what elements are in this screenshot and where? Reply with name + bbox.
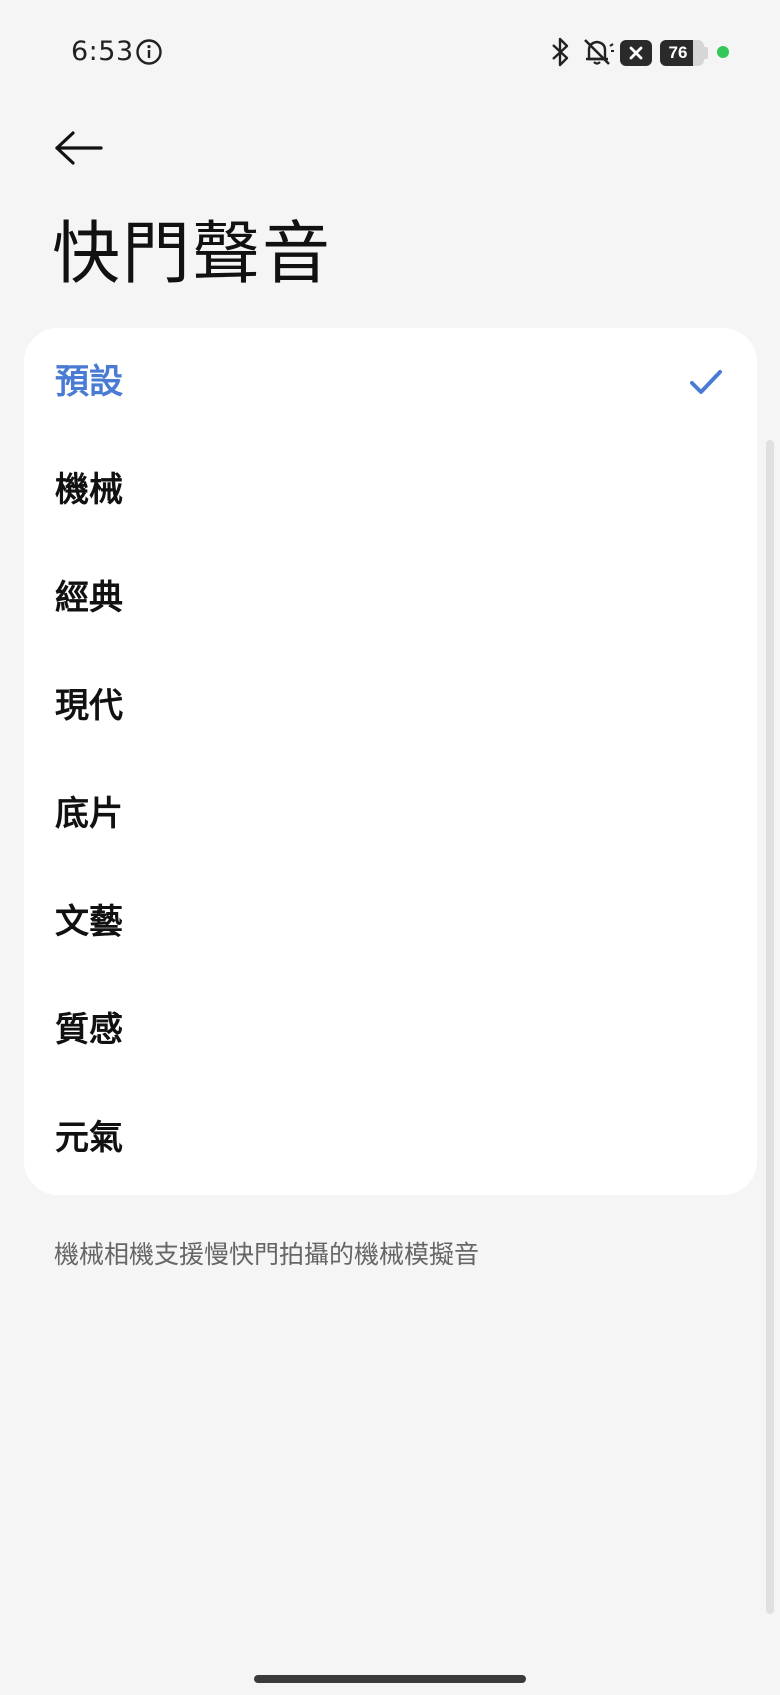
privacy-indicator-dot [717,46,729,58]
status-time: 6:53 [71,36,134,67]
option-label: 經典 [55,578,123,618]
shutter-sound-options: 預設 機械 經典 現代 底片 文藝 質感 元氣 [24,328,757,1195]
scrollbar[interactable] [766,440,774,1614]
option-label: 元氣 [55,1118,123,1158]
option-item[interactable]: 質感 [24,976,757,1084]
option-label: 機械 [55,470,123,510]
footnote-text: 機械相機支援慢快門拍攝的機械模擬音 [54,1240,480,1269]
info-icon [135,38,163,66]
battery-cap [704,47,708,59]
check-icon [690,370,722,394]
page-title: 快門聲音 [52,215,333,294]
option-item[interactable]: 經典 [24,544,757,652]
option-item[interactable]: 現代 [24,652,757,760]
battery-level: 76 [668,43,688,62]
back-arrow-icon [55,131,103,165]
option-label: 現代 [55,686,123,726]
battery-icon: 76 [660,40,704,66]
option-item[interactable]: 文藝 [24,868,757,976]
option-label: 底片 [55,794,123,834]
option-item[interactable]: 預設 [24,328,757,436]
status-bar: 6:53 76 [0,0,780,104]
back-button[interactable] [44,118,112,178]
mute-icon [580,36,614,68]
option-label: 文藝 [55,902,123,942]
option-item[interactable]: 底片 [24,760,757,868]
bluetooth-icon [548,36,572,68]
option-label: 預設 [55,362,123,402]
option-label: 質感 [55,1010,123,1050]
option-item[interactable]: 元氣 [24,1084,757,1192]
no-sim-icon [620,40,652,66]
option-item[interactable]: 機械 [24,436,757,544]
home-indicator[interactable] [254,1675,526,1683]
